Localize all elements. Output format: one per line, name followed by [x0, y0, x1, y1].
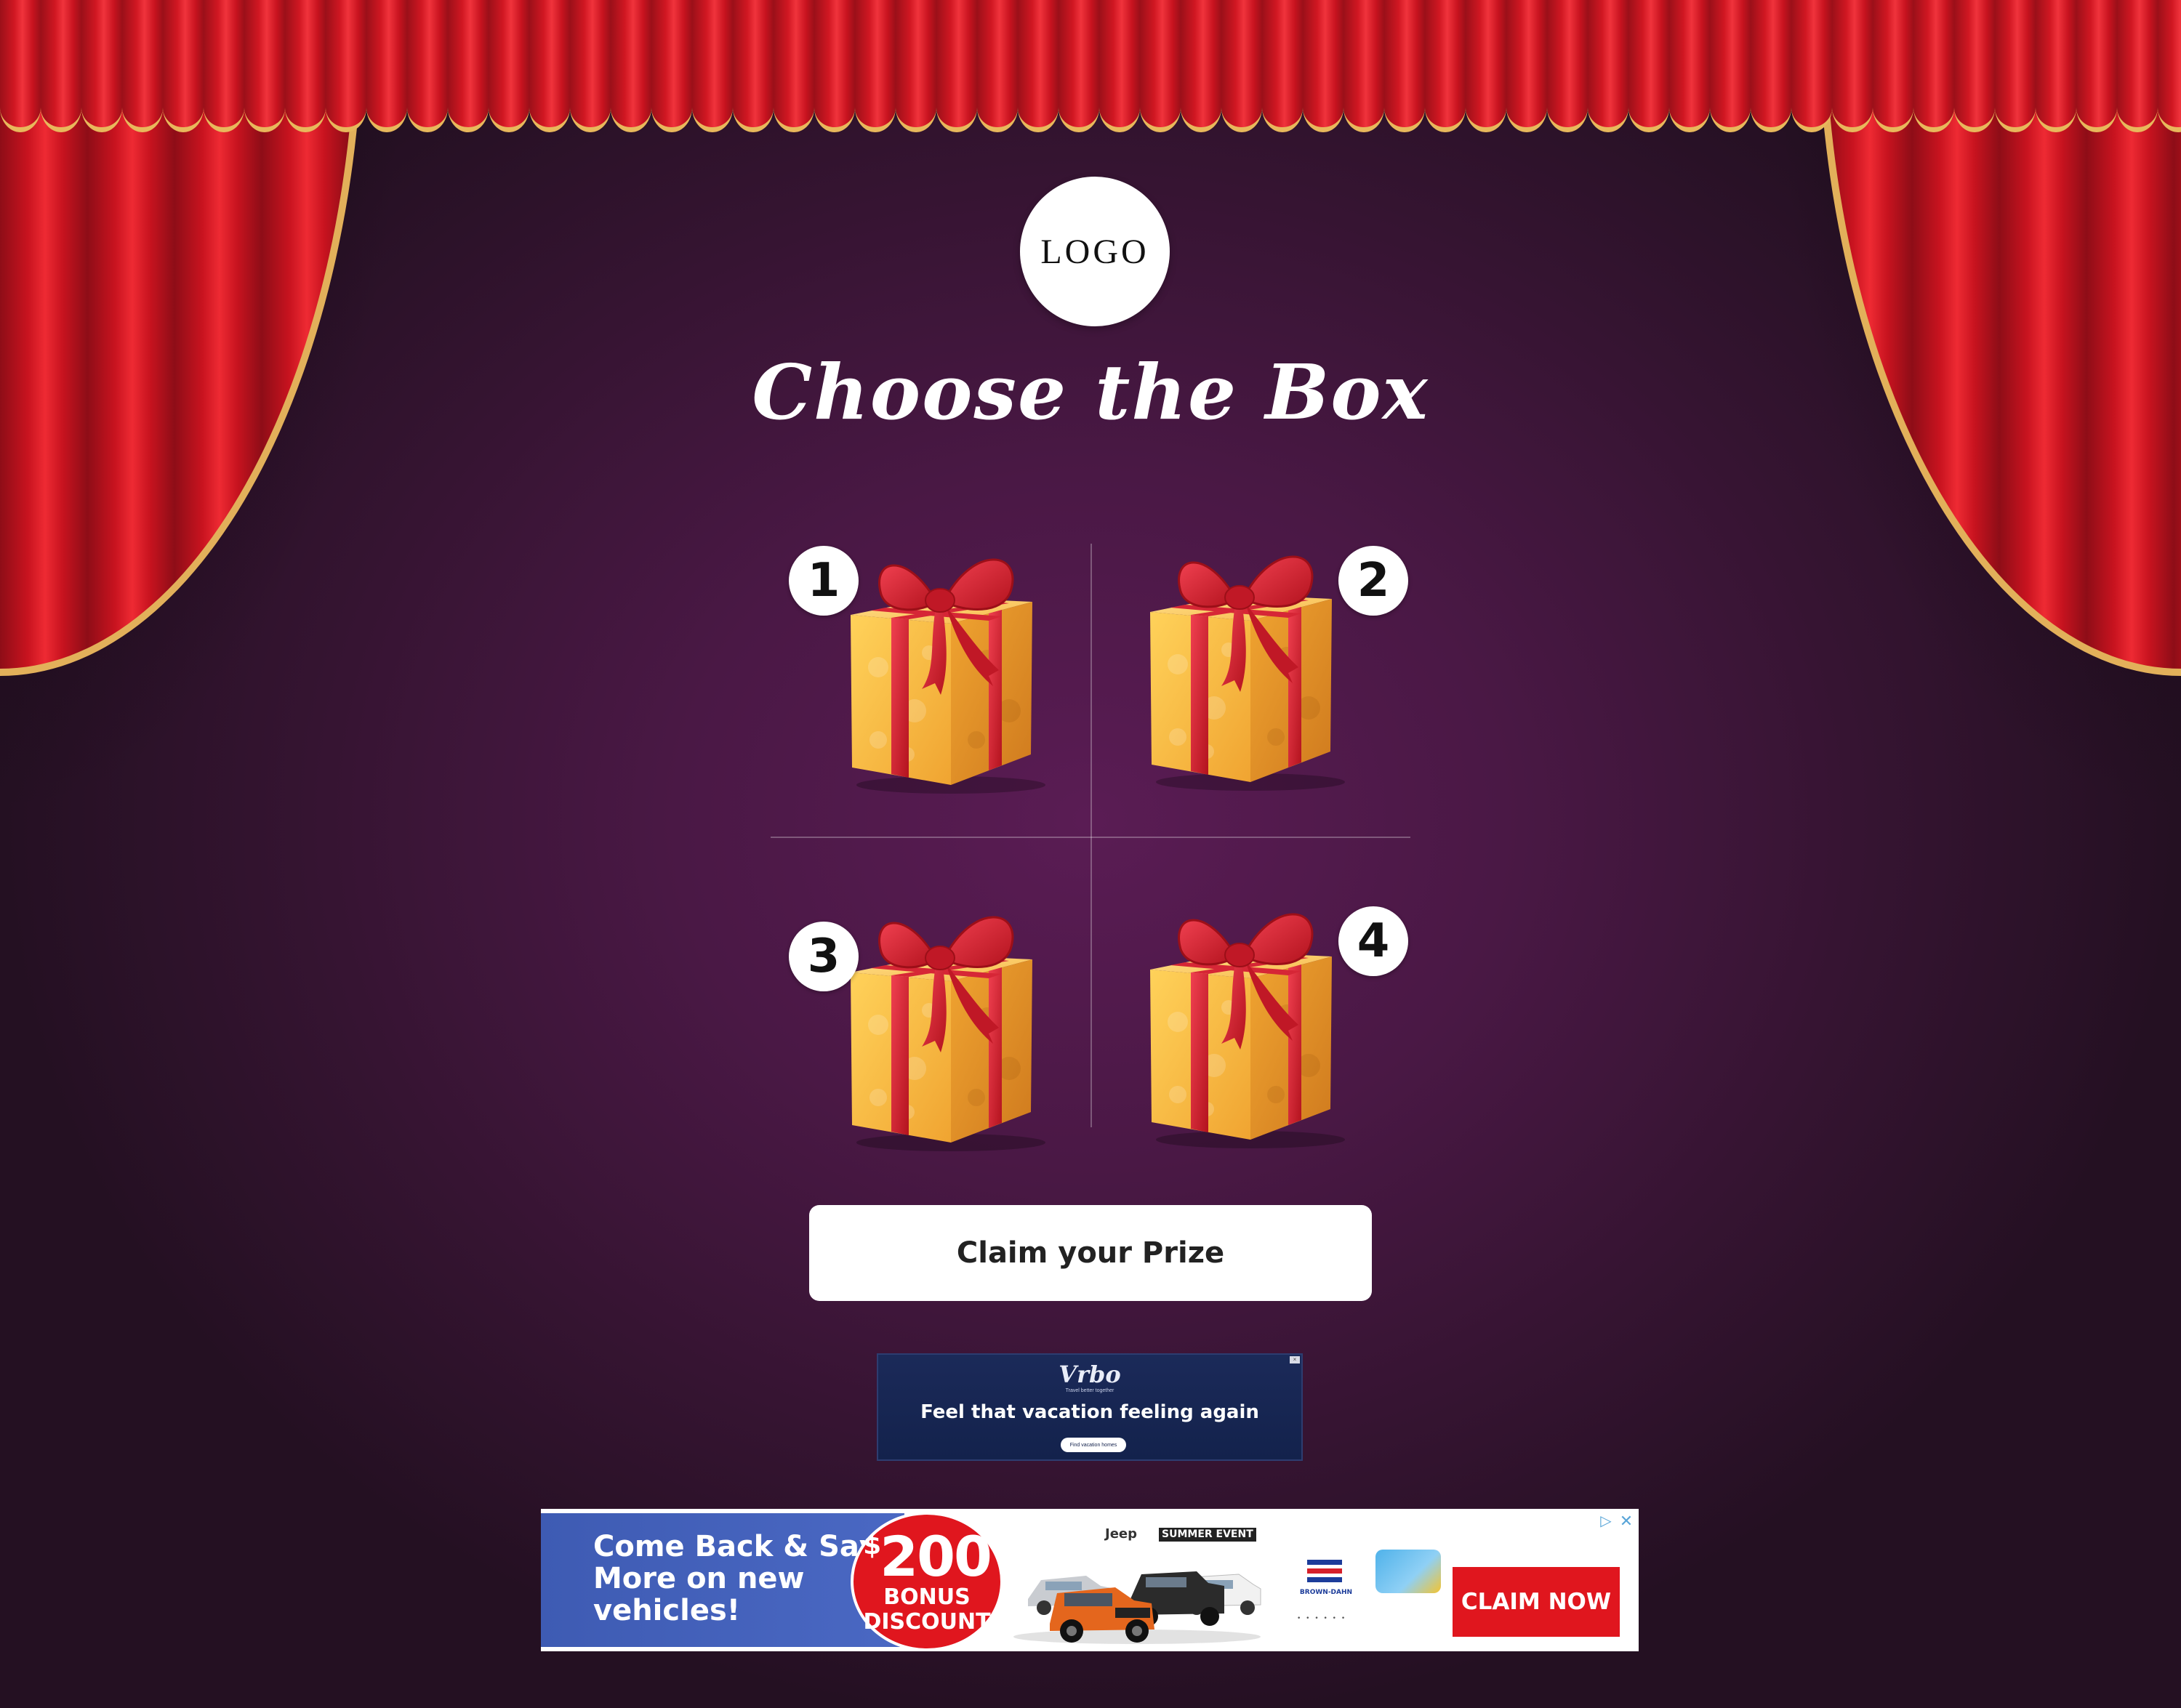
- curtain-scallop: [1018, 0, 1059, 132]
- curtain-scallop: [1059, 0, 1099, 132]
- curtain-scallop: [1669, 0, 1710, 132]
- logo: LOGO: [1020, 177, 1170, 326]
- grid-divider-horizontal: [771, 837, 1410, 838]
- ad-car-bonus-line2: DISCOUNT: [863, 1609, 991, 1635]
- adchoices-icon[interactable]: ▷: [1598, 1513, 1614, 1529]
- curtain-scallop: [407, 0, 448, 132]
- ad-car-headline-panel: Come Back & Save More on new vehicles!: [541, 1513, 904, 1647]
- curtain-scallop: [651, 0, 692, 132]
- ad-car-dealer-name: BROWN-DAHN: [1299, 1589, 1353, 1596]
- ad-close-icon[interactable]: ✕: [1618, 1513, 1634, 1529]
- ad-banner-car-dealer[interactable]: Come Back & Save More on new vehicles! $…: [541, 1509, 1639, 1651]
- curtain-scallop: [1751, 0, 1791, 132]
- curtain-scallop: [163, 0, 204, 132]
- ad-vrbo-close-icon[interactable]: ×: [1290, 1356, 1300, 1363]
- curtain-scallop: [2158, 0, 2181, 132]
- curtain-scallop: [529, 0, 570, 132]
- curtain-scallop: [1628, 0, 1669, 132]
- curtain-scallop: [285, 0, 326, 132]
- ad-car-dealer-logo: BROWN-DAHN: [1297, 1560, 1355, 1603]
- curtain-scallop: [1588, 0, 1628, 132]
- ad-car-bonus-line1: BONUS: [883, 1584, 971, 1610]
- curtain-scallop: [896, 0, 936, 132]
- curtain-scallop: [122, 0, 163, 132]
- curtain-scallop: [1384, 0, 1425, 132]
- ad-banner-vrbo[interactable]: Vrbo Travel better together Feel that va…: [877, 1353, 1303, 1461]
- gift-number-badge-2: 2: [1338, 546, 1408, 616]
- curtain-scallop: [1506, 0, 1547, 132]
- gift-number-badge-3: 3: [789, 922, 859, 991]
- curtain-scallop: [1791, 0, 1832, 132]
- ad-vrbo-cta-button[interactable]: Find vacation homes: [1061, 1438, 1126, 1452]
- curtain-scallop: [814, 0, 855, 132]
- gift-box-2[interactable]: [1127, 519, 1367, 795]
- curtain-valance: [0, 0, 2181, 138]
- curtain-scallop: [692, 0, 733, 132]
- ad-car-duck-icon: [1375, 1550, 1441, 1593]
- ad-car-currency: $: [863, 1531, 881, 1560]
- curtain-scallop: [0, 0, 41, 132]
- claim-prize-button[interactable]: Claim your Prize: [809, 1205, 1372, 1301]
- curtain-scallop: [733, 0, 774, 132]
- curtain-scallop: [41, 0, 81, 132]
- curtain-scallop: [1466, 0, 1506, 132]
- curtain-scallop: [570, 0, 611, 132]
- grid-divider-vertical: [1090, 544, 1092, 1127]
- gift-number-badge-1: 1: [789, 546, 859, 616]
- gift-box-3[interactable]: [827, 879, 1067, 1156]
- ad-car-brand-badge-2: SUMMER EVENT: [1159, 1528, 1256, 1542]
- gift-box-1[interactable]: [827, 522, 1067, 798]
- curtain-scallop: [2076, 0, 2117, 132]
- curtain-scallop: [1181, 0, 1221, 132]
- ad-car-discount-badge: $200 BONUS DISCOUNT: [851, 1512, 1003, 1651]
- curtain-scallop: [936, 0, 977, 132]
- curtain-scallop: [244, 0, 285, 132]
- ad-car-claim-now-button[interactable]: CLAIM NOW: [1453, 1567, 1620, 1637]
- ad-car-amount: 200: [880, 1524, 992, 1589]
- curtain-scallop: [1343, 0, 1384, 132]
- curtain-scallop: [1099, 0, 1140, 132]
- gift-box-4[interactable]: [1127, 877, 1367, 1153]
- curtain-scallop: [1873, 0, 1913, 132]
- curtain-scallop: [204, 0, 244, 132]
- curtain-scallop: [1995, 0, 2036, 132]
- curtain-scallop: [366, 0, 407, 132]
- curtain-scallop: [977, 0, 1018, 132]
- curtain-scallop: [611, 0, 651, 132]
- curtain-scallop: [1262, 0, 1303, 132]
- curtain-scallop: [774, 0, 814, 132]
- curtain-scallop: [1547, 0, 1588, 132]
- curtain-scallop: [2117, 0, 2158, 132]
- gift-number-badge-4: 4: [1338, 906, 1408, 976]
- curtain-scallop: [326, 0, 366, 132]
- curtain-scallop: [1710, 0, 1751, 132]
- curtain-scallop: [855, 0, 896, 132]
- curtain-scallop: [1954, 0, 1995, 132]
- curtain-scallop: [489, 0, 529, 132]
- curtain-scallop: [1832, 0, 1873, 132]
- curtain-scallop: [448, 0, 489, 132]
- dealer-flag-icon: [1307, 1560, 1342, 1586]
- curtain-scallop: [81, 0, 122, 132]
- ad-car-small-brand-logos: • • • • • •: [1297, 1615, 1347, 1622]
- curtain-scallop: [1221, 0, 1262, 132]
- ad-vrbo-brand: Vrbo: [1059, 1361, 1121, 1388]
- curtain-scallop: [1913, 0, 1954, 132]
- ad-vrbo-tagline: Travel better together: [1065, 1388, 1114, 1393]
- ad-car-brand-badge-1: Jeep: [1105, 1526, 1137, 1542]
- curtain-scallop: [2036, 0, 2076, 132]
- page-title: Choose the Box: [752, 347, 1429, 437]
- logo-text: LOGO: [1040, 232, 1149, 271]
- curtain-scallop: [1140, 0, 1181, 132]
- curtain-scallop: [1425, 0, 1466, 132]
- ad-vrbo-headline: Feel that vacation feeling again: [920, 1401, 1259, 1423]
- curtain-scallop: [1303, 0, 1343, 132]
